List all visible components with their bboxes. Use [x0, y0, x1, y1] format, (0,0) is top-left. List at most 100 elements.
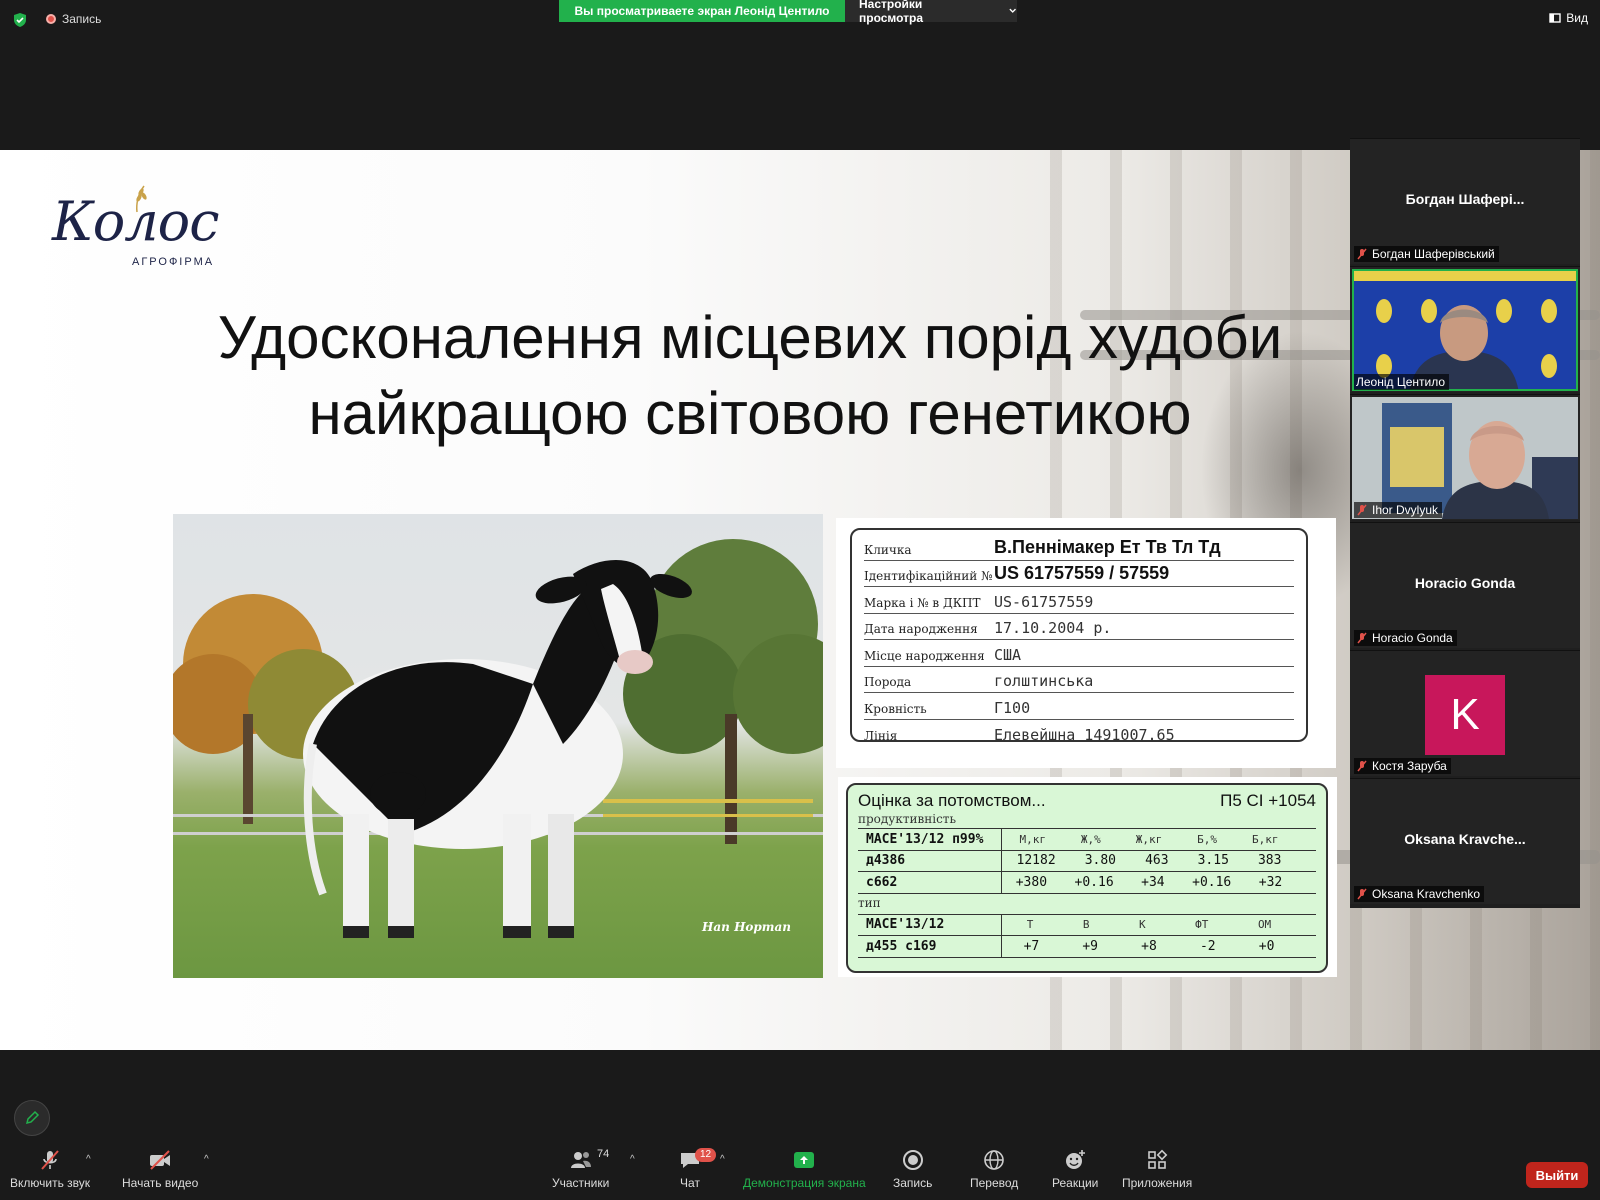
table-row: с662 +380 +0.16 +34 +0.16 +32: [858, 872, 1316, 894]
bull-info-label: Місце народження: [864, 648, 985, 663]
bull-info-row: Кровність Г100: [864, 693, 1294, 720]
video-off-icon: [150, 1150, 171, 1170]
type-label: тип: [858, 895, 881, 910]
view-settings-dropdown[interactable]: Настройки просмотра: [845, 0, 1017, 25]
table-cell: +8: [1141, 938, 1157, 954]
bull-info-value: US-61757559: [994, 592, 1094, 611]
record-button[interactable]: Запись: [893, 1148, 932, 1190]
table-header-row: МАСЕ'13/12 Т В К ФТ ОМ: [858, 914, 1316, 936]
table-row-label: МАСЕ'13/12 п99%: [858, 829, 1002, 850]
start-video-label: Начать видео: [122, 1176, 199, 1190]
reactions-label: Реакции: [1052, 1176, 1099, 1190]
bull-info-label: Лінія: [864, 729, 898, 743]
participant-name: Horacio Gonda: [1372, 631, 1453, 645]
participant-tile[interactable]: Богдан Шафері... Богдан Шаферівський: [1350, 138, 1580, 264]
share-screen-label: Демонстрация экрана: [743, 1176, 866, 1190]
table-cell: +7: [1023, 938, 1040, 954]
participant-tile[interactable]: Ihor Dvylyuk: [1350, 394, 1580, 520]
productivity-table: МАСЕ'13/12 п99% М,кг Ж,% Ж,кг Б,% Б,кг д4386 12…: [858, 828, 1316, 894]
unmute-button[interactable]: Включить звук: [10, 1148, 90, 1190]
record-button-icon: [902, 1150, 923, 1170]
viewing-screen-banner: Вы просматриваете экран Леонід Центило: [559, 0, 845, 22]
mic-muted-icon: [1357, 504, 1367, 516]
progeny-evaluation-panel: Оцінка за потомством... П5 СІ +1054 прод…: [846, 783, 1328, 973]
apps-label: Приложения: [1122, 1176, 1193, 1190]
bull-info-value: В.Пеннімакер Ет Тв Тл Тд: [994, 536, 1221, 557]
table-cell: +0: [1258, 938, 1275, 954]
share-screen-icon: [794, 1152, 815, 1168]
table-header-cell: Б,%: [1197, 832, 1218, 846]
record-icon: [46, 14, 56, 24]
bull-info-row: Ідентифікаційний № US 61757559 / 57559: [864, 561, 1294, 587]
participants-options-caret[interactable]: ^: [630, 1154, 635, 1165]
bull-info-value: США: [994, 645, 1022, 664]
translate-button[interactable]: Перевод: [970, 1148, 1018, 1190]
participant-name: Леонід Центило: [1356, 375, 1446, 389]
mic-muted-icon: [41, 1150, 59, 1170]
video-options-caret[interactable]: ^: [204, 1154, 209, 1165]
bull-info-table: Кличка В.Пеннімакер Ет Тв Тл Тд Ідентифіка…: [850, 528, 1308, 744]
participant-tile[interactable]: K Костя Заруба: [1350, 650, 1580, 776]
meeting-top-bar: Запись Вы просматриваете экран Леонід Це…: [0, 0, 1600, 40]
table-header-row: МАСЕ'13/12 п99% М,кг Ж,% Ж,кг Б,% Б,кг: [858, 829, 1316, 851]
apps-icon: [1148, 1149, 1168, 1169]
participant-name: Костя Заруба: [1372, 759, 1447, 773]
participant-tile[interactable]: Horacio Gonda Horacio Gonda: [1350, 522, 1580, 648]
progeny-title: Оцінка за потомством...: [858, 791, 1046, 810]
cow-illustration: [173, 539, 823, 938]
chat-options-caret[interactable]: ^: [720, 1154, 725, 1165]
bull-info-value: голштинська: [994, 672, 1094, 690]
progeny-index: П5 СІ +1054: [1220, 791, 1316, 810]
table-row: д4386 12182 3.80 463 3.15 383: [858, 850, 1316, 872]
reaction-icon: [1066, 1150, 1086, 1169]
participant-video: [1352, 269, 1578, 391]
participant-name-label: Костя Заруба: [1354, 758, 1451, 774]
bull-info-label: Кровність: [864, 701, 927, 716]
table-row-values: 12182 3.80 463 3.15 383: [1002, 853, 1316, 868]
share-screen-button[interactable]: Демонстрация экрана: [743, 1148, 866, 1190]
participant-tile-active-speaker[interactable]: Леонід Центило: [1350, 266, 1580, 392]
audio-options-caret[interactable]: ^: [86, 1154, 91, 1165]
bull-info-value: US 61757559 / 57559: [994, 563, 1170, 583]
meeting-toolbar: Включить звук ^ Начать видео ^ Участники…: [0, 1140, 1600, 1200]
table-row: д455 с169 +7 +9 +8 -2 +0: [858, 936, 1316, 958]
participant-tile[interactable]: Oksana Kravche... Oksana Kravchenko: [1350, 778, 1580, 904]
bull-info-row: Лінія Елевейшна 1491007.65: [864, 720, 1294, 747]
bull-info-row: Марка і № в ДКПТ US-61757559: [864, 587, 1294, 614]
apps-button[interactable]: Приложения: [1122, 1148, 1192, 1190]
participants-count: 74: [597, 1148, 610, 1160]
photo-credit: Han Hopman: [702, 920, 791, 934]
participant-gallery[interactable]: Богдан Шафері... Богдан Шаферівський Лео…: [1350, 138, 1580, 908]
unmute-label: Включить звук: [10, 1176, 91, 1190]
participant-name-label: Horacio Gonda: [1354, 630, 1457, 646]
table-cell: 3.80: [1084, 853, 1117, 869]
bull-info-label: Ідентифікаційний №: [864, 569, 993, 583]
annotate-button[interactable]: [14, 1100, 50, 1136]
view-button[interactable]: Вид: [1549, 11, 1588, 25]
kolos-logo: Колос АГРОФІРМА: [52, 185, 222, 290]
recording-indicator[interactable]: Запись: [46, 12, 101, 26]
table-header-cell: Ж,%: [1080, 832, 1101, 846]
productivity-label: продуктивність: [858, 812, 956, 826]
participant-name: Oksana Kravchenko: [1372, 887, 1481, 901]
reactions-button[interactable]: Реакции: [1052, 1148, 1098, 1190]
start-video-button[interactable]: Начать видео: [122, 1148, 198, 1190]
table-row-label: д455 с169: [858, 936, 1002, 957]
table-row-label: д4386: [858, 850, 1002, 871]
bull-info-row: Кличка В.Пеннімакер Ет Тв Тл Тд: [864, 534, 1294, 561]
table-header-cell: Ж,кг: [1135, 832, 1163, 846]
table-row-label: МАСЕ'13/12: [858, 914, 1002, 935]
participant-name-label: Ihor Dvylyuk: [1354, 502, 1443, 518]
slide-title-line1: Удосконалення місцевих порід худоби: [217, 304, 1283, 371]
leave-button[interactable]: Выйти: [1526, 1162, 1588, 1188]
table-header-cell: ФТ: [1195, 918, 1209, 932]
table-header-cell: М,кг: [1019, 832, 1046, 846]
participant-video: [1352, 397, 1578, 519]
view-icon: [1549, 13, 1561, 23]
shield-icon[interactable]: [12, 12, 28, 28]
table-cell: 3.15: [1197, 853, 1229, 869]
chat-unread-badge: 12: [695, 1148, 717, 1162]
bull-info-label: Марка і № в ДКПТ: [864, 595, 981, 610]
bull-info-label: Дата народження: [864, 622, 978, 636]
table-header-cell: К: [1139, 918, 1146, 932]
